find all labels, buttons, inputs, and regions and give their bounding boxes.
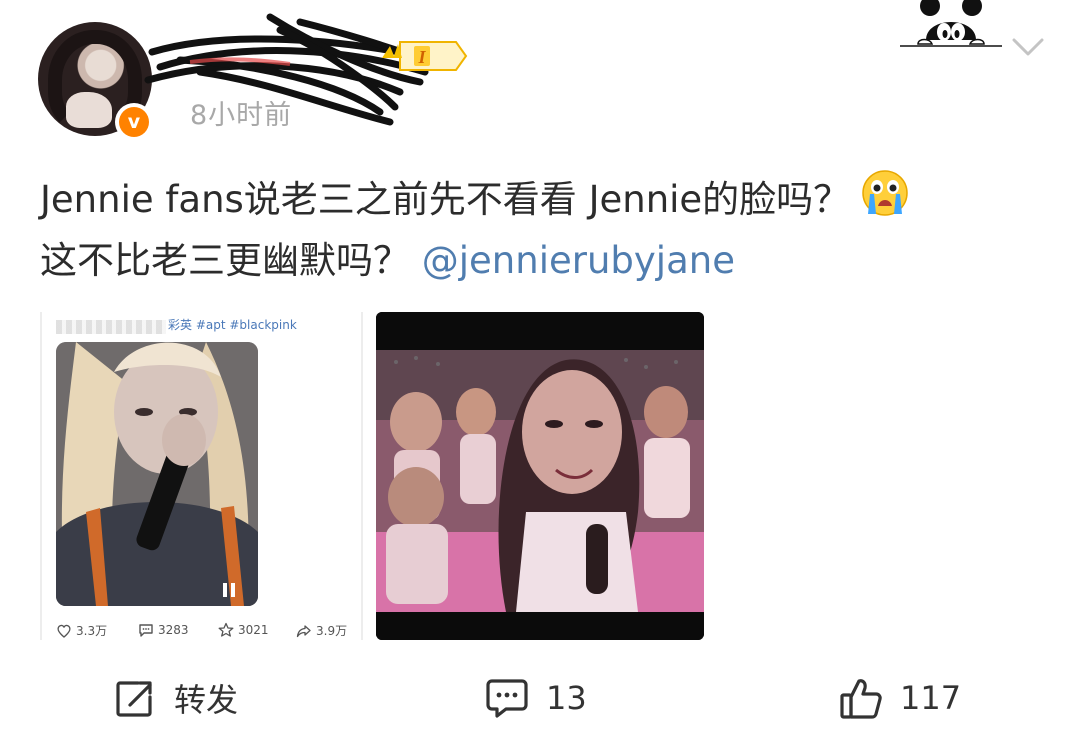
mickey-mouse-decoration-icon — [900, 0, 1002, 47]
svg-text:I: I — [417, 47, 426, 67]
repost-label: 转发 — [174, 681, 239, 719]
like-count: 117 — [900, 679, 962, 717]
concert-photo-illustration — [376, 312, 704, 640]
post-text-line-2: 这不比老三更幽默吗？ @jennierubyjane — [40, 230, 1050, 291]
shares-stat: 3.9万 — [296, 622, 347, 639]
shares-count: 3.9万 — [316, 624, 348, 638]
favorites-stat: 3021 — [218, 622, 269, 638]
heart-icon — [57, 624, 71, 638]
video-thumbnail — [56, 342, 258, 606]
favorites-count: 3021 — [238, 623, 269, 637]
likes-count: 3.3万 — [76, 624, 108, 638]
avatar-hand — [66, 92, 112, 128]
comments-count: 3283 — [158, 623, 189, 637]
comment-button[interactable]: 13 — [484, 672, 587, 724]
card-caption: 彩英 #apt #blackpink — [168, 318, 297, 332]
repost-icon — [116, 681, 152, 717]
likes-stat: 3.3万 — [56, 622, 107, 639]
post-text-content: Jennie fans说老三之前先不看看 Jennie的脸吗？ — [40, 178, 851, 221]
post-body: Jennie fans说老三之前先不看看 Jennie的脸吗？ 这不比老三更幽默… — [40, 168, 1050, 291]
post-text-content-2: 这不比老三更幽默吗？ — [40, 239, 410, 282]
pause-icon[interactable] — [222, 582, 236, 598]
post-image-2[interactable] — [376, 312, 704, 640]
chevron-down-icon[interactable] — [1008, 32, 1048, 62]
comment-count: 13 — [546, 679, 587, 717]
like-button[interactable]: 117 — [838, 672, 961, 724]
member-level-badge-icon: I — [382, 41, 468, 71]
comments-stat: 3283 — [138, 622, 189, 638]
comment-bubble-icon — [139, 624, 153, 637]
performer-illustration — [56, 342, 258, 606]
crying-face-emoji-icon — [862, 170, 908, 216]
blurred-username — [56, 320, 166, 334]
post-image-1[interactable]: 彩英 #apt #blackpink 3.3万 3283 3021 3.9万 — [40, 312, 363, 640]
share-arrow-icon — [296, 624, 311, 637]
user-mention-link[interactable]: @jennierubyjane — [422, 239, 735, 282]
post-timestamp: 8小时前 — [190, 100, 293, 131]
repost-button[interactable]: 转发 — [112, 672, 238, 724]
thumbs-up-icon — [840, 679, 882, 719]
post-text-line-1: Jennie fans说老三之前先不看看 Jennie的脸吗？ — [40, 168, 1050, 230]
star-icon — [218, 622, 234, 637]
comment-icon — [486, 679, 528, 718]
